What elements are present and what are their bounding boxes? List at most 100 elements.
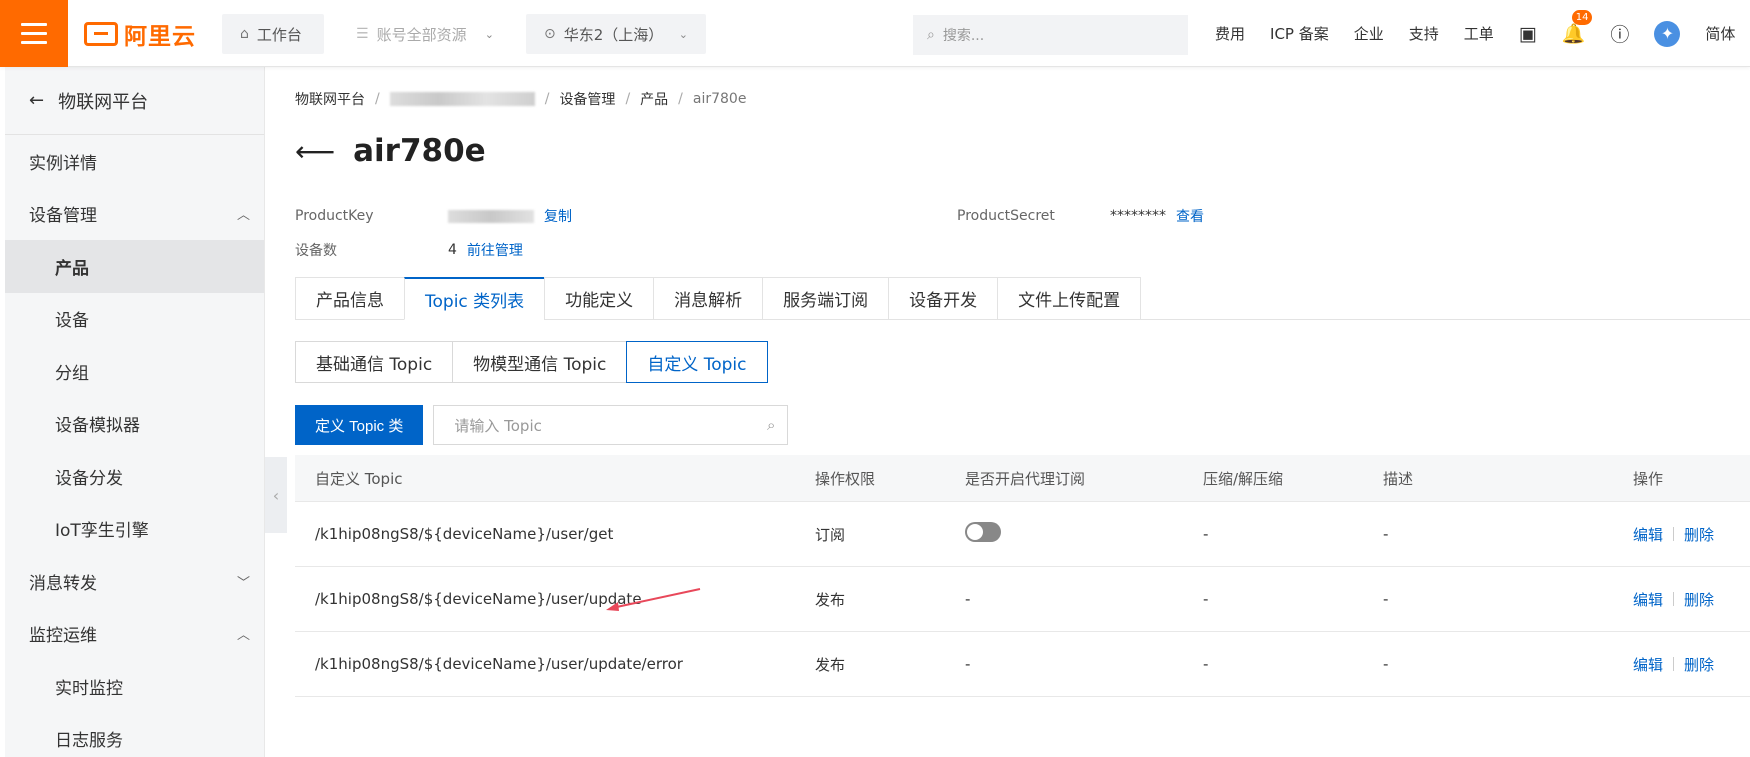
back-arrow-icon[interactable]: ⟵ [295,135,335,168]
define-topic-button[interactable]: 定义 Topic 类 [295,405,424,445]
device-count-label: 设备数 [295,243,337,259]
tab-device-development[interactable]: 设备开发 [888,277,998,320]
compression-cell: - [1203,590,1209,608]
delete-topic-link[interactable]: 删除 [1684,524,1714,545]
description-cell: - [1383,590,1389,608]
sidebar-item-5[interactable]: 设备模拟器 [5,398,264,451]
edit-topic-link[interactable]: 编辑 [1633,589,1663,610]
column-header-proxy-subscription: 是否开启代理订阅 [965,469,1086,488]
topic-table: 自定义 Topic 操作权限 是否开启代理订阅 压缩/解压缩 描述 操作 /k1… [295,455,1750,697]
sidebar-item-label: 日志服务 [55,731,123,752]
search-icon: ⌕ [927,27,935,43]
compression-cell: - [1203,525,1209,543]
sidebar-item-7[interactable]: IoT孪生引擎 [5,503,264,556]
permission-cell: 订阅 [815,525,846,544]
sidebar-back-button[interactable]: ← 物联网平台 [5,67,264,135]
device-count-value: 4 [448,242,457,258]
top-link-enterprise[interactable]: 企业 [1354,23,1384,44]
tab-file-upload-config[interactable]: 文件上传配置 [997,277,1142,320]
top-link-support[interactable]: 支持 [1409,23,1439,44]
notification-bell-icon[interactable]: 🔔 14 [1562,10,1593,45]
annotation-arrow-icon [606,588,701,611]
menu-icon[interactable] [0,0,68,67]
edit-topic-link[interactable]: 编辑 [1633,524,1663,545]
column-header-compression: 压缩/解压缩 [1203,469,1284,488]
delete-topic-link[interactable]: 删除 [1684,654,1714,675]
search-icon[interactable]: ⌕ [767,416,775,434]
edit-topic-link[interactable]: 编辑 [1633,654,1663,675]
sidebar-item-11[interactable]: 日志服务 [5,713,264,757]
sidebar-item-8[interactable]: 消息转发 ﹀ [5,555,264,608]
subtab-basic-topic[interactable]: 基础通信 Topic [295,341,454,383]
sidebar-item-label: 实时监控 [55,678,123,699]
column-header-topic: 自定义 Topic [315,469,403,488]
sidebar-item-1[interactable]: 设备管理 ︿ [5,188,264,241]
sidebar-item-label: 监控运维 [29,626,97,647]
sidebar-item-label: 实例详情 [29,153,97,174]
sidebar-item-9[interactable]: 监控运维 ︿ [5,608,264,661]
sidebar-item-4[interactable]: 分组 [5,345,264,398]
top-link-icp[interactable]: ICP 备案 [1270,23,1329,44]
sidebar-collapse-handle[interactable]: ‹ [265,457,287,533]
proxy-subscription-cell: - [965,590,971,608]
terminal-icon[interactable]: ▣ [1519,23,1537,45]
sidebar-item-label: 设备 [55,311,89,332]
chevron-up-icon: ︿ [236,208,250,224]
sidebar-item-label: IoT孪生引擎 [55,521,149,542]
description-cell: - [1383,525,1389,543]
sidebar-item-0[interactable]: 实例详情 [5,135,264,188]
view-product-secret-link[interactable]: 查看 [1176,206,1204,226]
delete-topic-link[interactable]: 删除 [1684,589,1714,610]
column-header-permission: 操作权限 [815,469,876,488]
language-switch[interactable]: 简体 [1705,23,1735,44]
breadcrumb: 物联网平台 / / 设备管理 / 产品 / air780e [295,89,747,109]
manage-devices-link[interactable]: 前往管理 [467,240,523,260]
actions-cell: 编辑 删除 [1633,589,1750,610]
help-icon[interactable]: ⓘ [1610,20,1629,47]
global-search-input[interactable]: ⌕ 搜索... [913,15,1188,55]
product-key-label: ProductKey [295,208,374,224]
aliyun-logo[interactable]: 阿里云 [84,19,196,50]
topic-search-input[interactable]: 请输入 Topic ⌕ [433,405,789,445]
chevron-down-icon: ﹀ [236,575,250,591]
top-link-billing[interactable]: 费用 [1215,23,1245,44]
notification-badge: 14 [1571,10,1593,25]
sidebar-item-10[interactable]: 实时监控 [5,660,264,713]
aliyun-logo-icon [84,22,118,46]
sidebar-item-6[interactable]: 设备分发 [5,450,264,503]
product-tabs: 产品信息 Topic 类列表 功能定义 消息解析 服务端订阅 设备开发 文件上传… [295,277,1750,320]
resource-scope-dropdown[interactable]: ☰ 账号全部资源 ⌄ [338,14,512,54]
copy-product-key-link[interactable]: 复制 [544,206,572,226]
sidebar-item-3[interactable]: 设备 [5,293,264,346]
sidebar-item-label: 设备模拟器 [55,416,140,437]
sidebar-item-label: 产品 [55,258,89,279]
region-dropdown[interactable]: ⊙ 华东2（上海） ⌄ [526,14,706,54]
breadcrumb-item-iot[interactable]: 物联网平台 [295,89,365,109]
table-row: /k1hip08ngS8/${deviceName}/user/update/e… [295,632,1750,697]
breadcrumb-item-device-mgmt[interactable]: 设备管理 [559,89,615,109]
breadcrumb-item-instance-redacted[interactable] [389,92,535,106]
sidebar-item-label: 设备管理 [29,206,97,227]
subtab-thing-model-topic[interactable]: 物模型通信 Topic [452,341,628,383]
topic-cell: /k1hip08ngS8/${deviceName}/user/update/e… [315,655,683,673]
avatar[interactable]: ✦ [1654,20,1681,47]
top-link-ticket[interactable]: 工单 [1464,23,1494,44]
tab-product-info[interactable]: 产品信息 [295,277,404,320]
sidebar-item-2[interactable]: 产品 [5,240,264,293]
tab-message-parsing[interactable]: 消息解析 [653,277,763,320]
proxy-subscription-toggle[interactable] [965,522,1001,542]
chevron-up-icon: ︿ [236,628,250,644]
subtab-custom-topic[interactable]: 自定义 Topic [626,341,768,383]
tab-server-subscription[interactable]: 服务端订阅 [762,277,889,320]
breadcrumb-item-product[interactable]: 产品 [640,89,668,109]
workbench-button[interactable]: ⌂ 工作台 [222,14,324,54]
sidebar: ← 物联网平台 实例详情设备管理 ︿ 产品设备分组设备模拟器设备分发 IoT孪生引擎消… [5,67,265,757]
actions-cell: 编辑 删除 [1633,524,1750,545]
sidebar-item-label: 设备分发 [55,468,123,489]
product-meta-right: ProductSecret ******** 查看 [957,199,1204,233]
actions-cell: 编辑 删除 [1633,654,1750,675]
topic-subtabs: 基础通信 Topic 物模型通信 Topic 自定义 Topic [295,341,768,383]
table-row: /k1hip08ngS8/${deviceName}/user/update 发… [295,567,1750,632]
tab-topic-list[interactable]: Topic 类列表 [404,277,545,320]
tab-function-definition[interactable]: 功能定义 [544,277,654,320]
